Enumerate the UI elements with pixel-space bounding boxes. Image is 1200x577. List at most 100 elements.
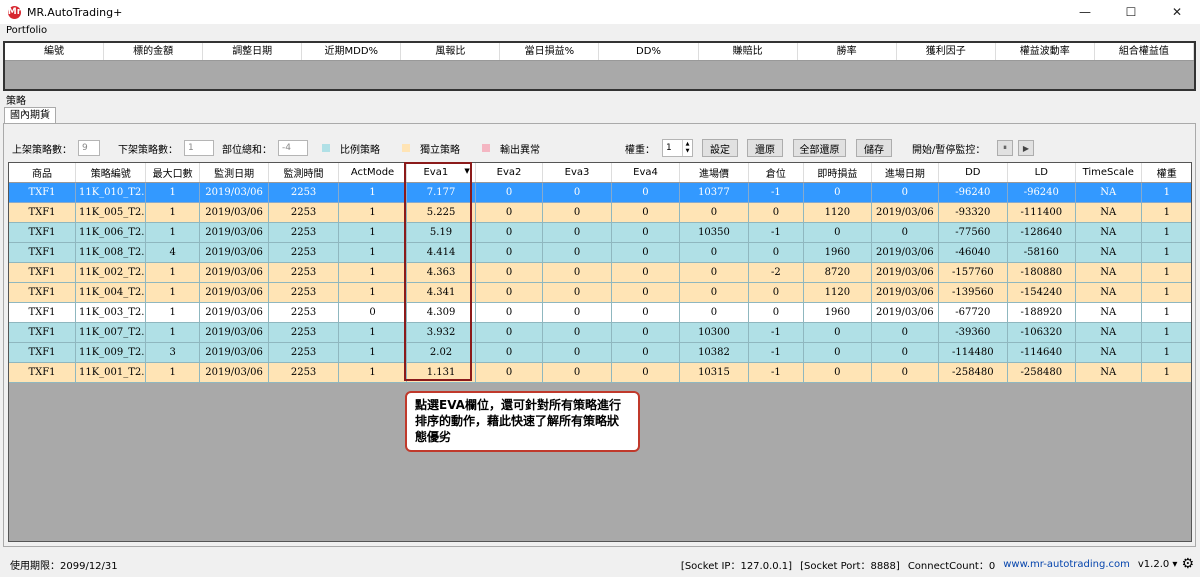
portfolio-col-header[interactable]: 編號 <box>5 43 105 60</box>
table-cell[interactable]: -39360 <box>938 322 1008 343</box>
grid-col-header[interactable]: LD <box>1007 163 1077 183</box>
grid-col-header[interactable]: 最大口數 <box>145 163 200 183</box>
table-cell[interactable]: 0 <box>611 362 681 383</box>
table-cell[interactable]: 0 <box>748 242 805 263</box>
table-cell[interactable]: 0 <box>542 282 612 303</box>
table-cell[interactable]: 1 <box>145 322 200 343</box>
table-cell[interactable]: 1 <box>338 282 408 303</box>
table-cell[interactable]: -96240 <box>938 182 1008 203</box>
table-cell[interactable]: 2019/03/06 <box>871 282 940 303</box>
table-cell[interactable]: -1 <box>748 322 805 343</box>
grid-col-header[interactable]: 監測時間 <box>268 163 339 183</box>
table-cell[interactable]: 11K_003_T2... <box>75 302 147 323</box>
grid-col-header[interactable]: 倉位 <box>748 163 805 183</box>
table-cell[interactable]: 11K_002_T2... <box>75 262 147 283</box>
table-cell[interactable]: 10315 <box>679 362 749 383</box>
table-cell[interactable]: 0 <box>611 182 681 203</box>
table-cell[interactable]: 0 <box>542 302 612 323</box>
table-cell[interactable]: 1 <box>1141 242 1191 263</box>
portfolio-col-header[interactable]: 組合權益值 <box>1095 43 1194 60</box>
table-row[interactable]: TXF1 11K_003_T2... 1 2019/03/06 2253 0 4.309 0 0… <box>9 302 1191 323</box>
stepper-arrows-icon[interactable]: ▲ ▼ <box>682 140 692 156</box>
table-cell[interactable]: -1 <box>748 222 805 243</box>
grid-col-header[interactable]: Eva1 ▼ <box>406 163 476 183</box>
table-cell[interactable]: 2019/03/06 <box>199 242 270 263</box>
table-cell[interactable]: TXF1 <box>9 342 76 363</box>
table-cell[interactable]: 1120 <box>803 282 872 303</box>
table-cell[interactable]: 5.225 <box>406 202 476 223</box>
grid-col-header[interactable]: 進場價 <box>679 163 749 183</box>
table-cell[interactable]: 0 <box>611 322 681 343</box>
table-cell[interactable]: 0 <box>611 262 681 283</box>
table-cell[interactable]: 11K_006_T2... <box>75 222 147 243</box>
table-cell[interactable]: 1 <box>338 242 408 263</box>
table-cell[interactable]: -96240 <box>1007 182 1077 203</box>
grid-col-header[interactable]: Eva3 <box>542 163 612 183</box>
table-cell[interactable]: 1 <box>338 362 408 383</box>
table-cell[interactable]: 0 <box>679 282 749 303</box>
table-row[interactable]: TXF1 11K_002_T2... 1 2019/03/06 2253 1 4.363 0 0… <box>9 262 1191 283</box>
table-cell[interactable]: 1 <box>145 202 200 223</box>
table-cell[interactable]: 1 <box>338 262 408 283</box>
table-cell[interactable]: TXF1 <box>9 302 76 323</box>
table-cell[interactable]: 1 <box>1141 322 1191 343</box>
table-cell[interactable]: 0 <box>542 182 612 203</box>
table-cell[interactable]: 2019/03/06 <box>199 282 270 303</box>
table-cell[interactable]: -154240 <box>1007 282 1077 303</box>
table-cell[interactable]: NA <box>1075 202 1142 223</box>
table-cell[interactable]: 0 <box>475 262 544 283</box>
table-cell[interactable]: 1 <box>338 182 408 203</box>
table-cell[interactable]: 11K_005_T2... <box>75 202 147 223</box>
website-link[interactable]: www.mr-autotrading.com <box>1003 559 1130 570</box>
portfolio-col-header[interactable]: 風報比 <box>401 43 501 60</box>
table-cell[interactable]: 1 <box>1141 262 1191 283</box>
table-cell[interactable]: 2019/03/06 <box>199 302 270 323</box>
table-cell[interactable]: 0 <box>475 302 544 323</box>
table-cell[interactable]: 2019/03/06 <box>199 342 270 363</box>
table-cell[interactable]: -157760 <box>938 262 1008 283</box>
table-cell[interactable]: 0 <box>803 342 872 363</box>
table-cell[interactable]: -114480 <box>938 342 1008 363</box>
table-cell[interactable]: -188920 <box>1007 302 1077 323</box>
table-cell[interactable]: 1 <box>1141 282 1191 303</box>
grid-col-header[interactable]: TimeScale <box>1075 163 1142 183</box>
grid-col-header[interactable]: Eva2 <box>475 163 544 183</box>
table-cell[interactable]: 0 <box>611 282 681 303</box>
table-cell[interactable]: 1 <box>338 322 408 343</box>
table-cell[interactable]: 2253 <box>268 302 339 323</box>
table-cell[interactable]: NA <box>1075 182 1142 203</box>
table-cell[interactable]: 0 <box>679 242 749 263</box>
table-cell[interactable]: 11K_008_T2... <box>75 242 147 263</box>
table-cell[interactable]: 0 <box>475 202 544 223</box>
table-cell[interactable]: NA <box>1075 362 1142 383</box>
table-cell[interactable]: NA <box>1075 242 1142 263</box>
table-cell[interactable]: 0 <box>803 182 872 203</box>
table-row[interactable]: TXF1 11K_010_T2... 1 2019/03/06 2253 1 7.177 0 0… <box>9 182 1191 203</box>
table-cell[interactable]: 11K_004_T2... <box>75 282 147 303</box>
table-cell[interactable]: 0 <box>871 182 940 203</box>
table-cell[interactable]: 2019/03/06 <box>871 262 940 283</box>
table-cell[interactable]: 4.309 <box>406 302 476 323</box>
table-cell[interactable]: -258480 <box>1007 362 1077 383</box>
table-cell[interactable]: -58160 <box>1007 242 1077 263</box>
set-button[interactable]: 設定 <box>702 139 738 157</box>
table-row[interactable]: TXF1 11K_008_T2... 4 2019/03/06 2253 1 4.414 0 0… <box>9 242 1191 263</box>
table-cell[interactable]: 0 <box>871 322 940 343</box>
table-cell[interactable]: 2019/03/06 <box>199 222 270 243</box>
table-cell[interactable]: 2253 <box>268 202 339 223</box>
pause-monitor-icon[interactable]: ⏸ <box>997 140 1013 156</box>
table-cell[interactable]: 1120 <box>803 202 872 223</box>
maximize-button[interactable]: ☐ <box>1108 0 1154 24</box>
table-cell[interactable]: 8720 <box>803 262 872 283</box>
table-cell[interactable]: 1 <box>338 342 408 363</box>
table-cell[interactable]: -258480 <box>938 362 1008 383</box>
table-cell[interactable]: 1 <box>1141 302 1191 323</box>
table-cell[interactable]: 11K_001_T2... <box>75 362 147 383</box>
table-cell[interactable]: 0 <box>611 222 681 243</box>
table-cell[interactable]: 0 <box>679 262 749 283</box>
table-cell[interactable]: 0 <box>679 202 749 223</box>
table-cell[interactable]: 1 <box>145 362 200 383</box>
table-row[interactable]: TXF1 11K_004_T2... 1 2019/03/06 2253 1 4.341 0 0… <box>9 282 1191 303</box>
table-cell[interactable]: -114640 <box>1007 342 1077 363</box>
table-cell[interactable]: -93320 <box>938 202 1008 223</box>
